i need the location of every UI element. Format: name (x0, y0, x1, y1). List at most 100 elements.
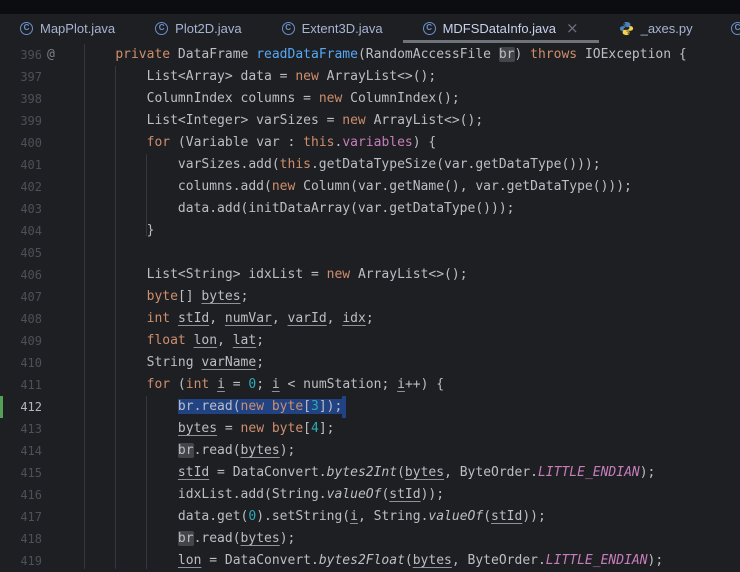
code-token: bytes2Float (319, 553, 405, 568)
line-number[interactable]: 406 (0, 264, 42, 286)
code-token: bytes (201, 289, 240, 304)
line-number[interactable]: 398 (0, 88, 42, 110)
code-token: for (147, 377, 170, 392)
code-text: } (84, 220, 154, 242)
tab--axes-py[interactable]: _axes.py (599, 14, 713, 43)
code-token: .read( (194, 443, 241, 458)
code-token: br (178, 531, 194, 546)
code-token: stId (178, 311, 209, 326)
code-token: bytes (413, 553, 452, 568)
code-token: ArrayList<>(); (319, 69, 436, 84)
tab-mdfsdatainfo-java[interactable]: CMDFSDataInfo.java× (403, 14, 599, 43)
code-token: ) { (413, 135, 436, 150)
code-token: IOException { (577, 47, 687, 62)
code-token: )); (522, 509, 545, 524)
python-file-icon (619, 21, 634, 36)
code-token: valueOf (327, 487, 382, 502)
code-token (84, 289, 147, 304)
code-text: float lon, lat; (84, 330, 264, 352)
tab-extent3d-java[interactable]: CExtent3D.java (262, 14, 403, 43)
line-number[interactable]: 418 (0, 528, 42, 550)
code-line: 406 List<String> idxList = new ArrayList… (0, 264, 740, 286)
code-line: 412 br.read(new byte[3]); (0, 396, 740, 418)
line-number[interactable]: 405 (0, 242, 42, 264)
code-token (186, 333, 194, 348)
code-editor[interactable]: 396@ private DataFrame readDataFrame(Ran… (0, 43, 740, 569)
code-token: = (225, 377, 248, 392)
tab-plot2d-java[interactable]: CPlot2D.java (135, 14, 261, 43)
line-number[interactable]: 397 (0, 66, 42, 88)
code-line: 417 data.get(0).setString(i, String.valu… (0, 506, 740, 528)
code-token: bytes (241, 531, 280, 546)
code-token: bytes2Int (327, 465, 397, 480)
code-token: [] (178, 289, 201, 304)
code-token: List<Array> data = (84, 69, 295, 84)
code-token: br.read( (178, 399, 241, 414)
line-number[interactable]: 411 (0, 374, 42, 396)
code-text: br.read(bytes); (84, 440, 295, 462)
line-number[interactable]: 402 (0, 176, 42, 198)
line-number[interactable]: 408 (0, 308, 42, 330)
code-token (84, 465, 178, 480)
tab-mapplot-java[interactable]: CMapPlot.java (0, 14, 135, 43)
code-token: ]; (319, 421, 335, 436)
tab-label: Plot2D.java (175, 21, 241, 36)
code-token: i (272, 377, 280, 392)
code-token: numVar (225, 311, 272, 326)
code-text: data.get(0).setString(i, String.valueOf(… (84, 506, 546, 528)
code-token: byte (147, 289, 178, 304)
code-token: ( (483, 509, 491, 524)
line-number[interactable]: 409 (0, 330, 42, 352)
code-token: ( (405, 553, 413, 568)
code-token: ; (241, 289, 249, 304)
code-token: , ByteOrder. (444, 465, 538, 480)
code-text: idxList.add(String.valueOf(stId)); (84, 484, 444, 506)
annotation-gutter-icon[interactable]: @ (47, 44, 55, 66)
code-token: ).setString( (256, 509, 350, 524)
code-line: 418 br.read(bytes); (0, 528, 740, 550)
line-number[interactable]: 407 (0, 286, 42, 308)
selection-tail (342, 396, 346, 418)
line-number[interactable]: 403 (0, 198, 42, 220)
line-number[interactable]: 401 (0, 154, 42, 176)
line-number[interactable]: 414 (0, 440, 42, 462)
code-text: varSizes.add(this.getDataTypeSize(var.ge… (84, 154, 601, 176)
code-token: i (350, 509, 358, 524)
code-token: byte (272, 399, 303, 414)
code-token: ]); (319, 399, 342, 414)
code-token: (RandomAccessFile (358, 47, 499, 62)
code-token: varId (288, 311, 327, 326)
code-line: 397 List<Array> data = new ArrayList<>()… (0, 66, 740, 88)
code-token (84, 333, 147, 348)
code-token (84, 311, 147, 326)
java-class-icon: C (423, 22, 436, 35)
line-number[interactable]: 416 (0, 484, 42, 506)
code-text: columns.add(new Column(var.getName(), va… (84, 176, 632, 198)
code-text: for (int i = 0; i < numStation; i++) { (84, 374, 444, 396)
line-number[interactable]: 399 (0, 110, 42, 132)
code-token: 3 (311, 399, 319, 414)
code-token: (Variable var : (170, 135, 303, 150)
code-token: varSizes.add( (84, 157, 280, 172)
clipped-next-tab-icon: C (731, 22, 740, 35)
line-number[interactable]: 415 (0, 462, 42, 484)
line-number[interactable]: 396 (0, 44, 42, 66)
code-token: private (115, 47, 170, 62)
line-number[interactable]: 410 (0, 352, 42, 374)
code-token: new (319, 91, 342, 106)
line-number[interactable]: 404 (0, 220, 42, 242)
code-token: data.add(initDataArray(var.getDataType()… (84, 201, 514, 216)
line-number[interactable]: 413 (0, 418, 42, 440)
line-number[interactable]: 400 (0, 132, 42, 154)
code-line: 414 br.read(bytes); (0, 440, 740, 462)
code-token: ); (280, 531, 296, 546)
code-line: 399 List<Integer> varSizes = new ArrayLi… (0, 110, 740, 132)
code-token: [ (303, 421, 311, 436)
code-line: 416 idxList.add(String.valueOf(stId)); (0, 484, 740, 506)
code-token (84, 399, 178, 414)
code-token: idxList.add(String. (84, 487, 327, 502)
line-number[interactable]: 417 (0, 506, 42, 528)
close-tab-icon[interactable]: × (566, 21, 579, 36)
code-line: 413 bytes = new byte[4]; (0, 418, 740, 440)
line-number[interactable]: 412 (0, 396, 42, 418)
